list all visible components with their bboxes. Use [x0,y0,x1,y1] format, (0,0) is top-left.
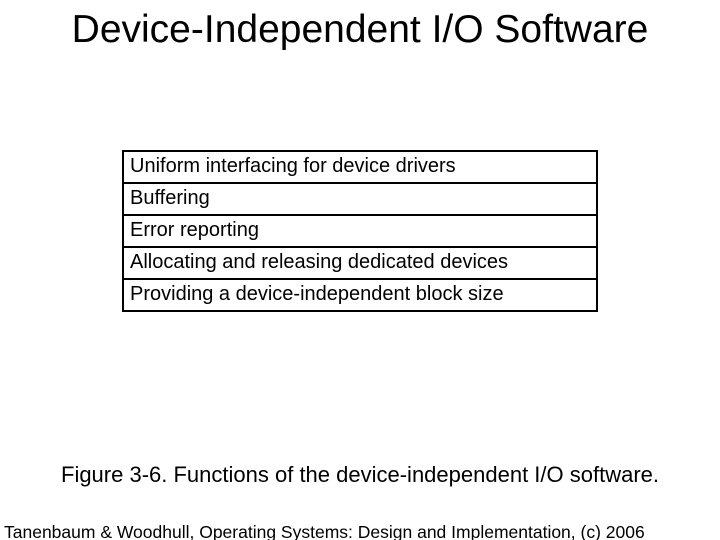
page-title: Device-Independent I/O Software [0,8,720,52]
table-row: Allocating and releasing dedicated devic… [123,247,597,279]
cell: Allocating and releasing dedicated devic… [123,247,597,279]
cell: Buffering [123,183,597,215]
table-row: Uniform interfacing for device drivers [123,151,597,183]
figure-caption: Figure 3-6. Functions of the device-inde… [0,462,720,488]
cell: Providing a device-independent block siz… [123,279,597,311]
cell: Error reporting [123,215,597,247]
table-row: Providing a device-independent block siz… [123,279,597,311]
table-row: Error reporting [123,215,597,247]
cell: Uniform interfacing for device drivers [123,151,597,183]
table-row: Buffering [123,183,597,215]
footer-citation: Tanenbaum & Woodhull, Operating Systems:… [4,522,645,540]
functions-table: Uniform interfacing for device drivers B… [122,150,598,312]
table: Uniform interfacing for device drivers B… [122,150,598,312]
